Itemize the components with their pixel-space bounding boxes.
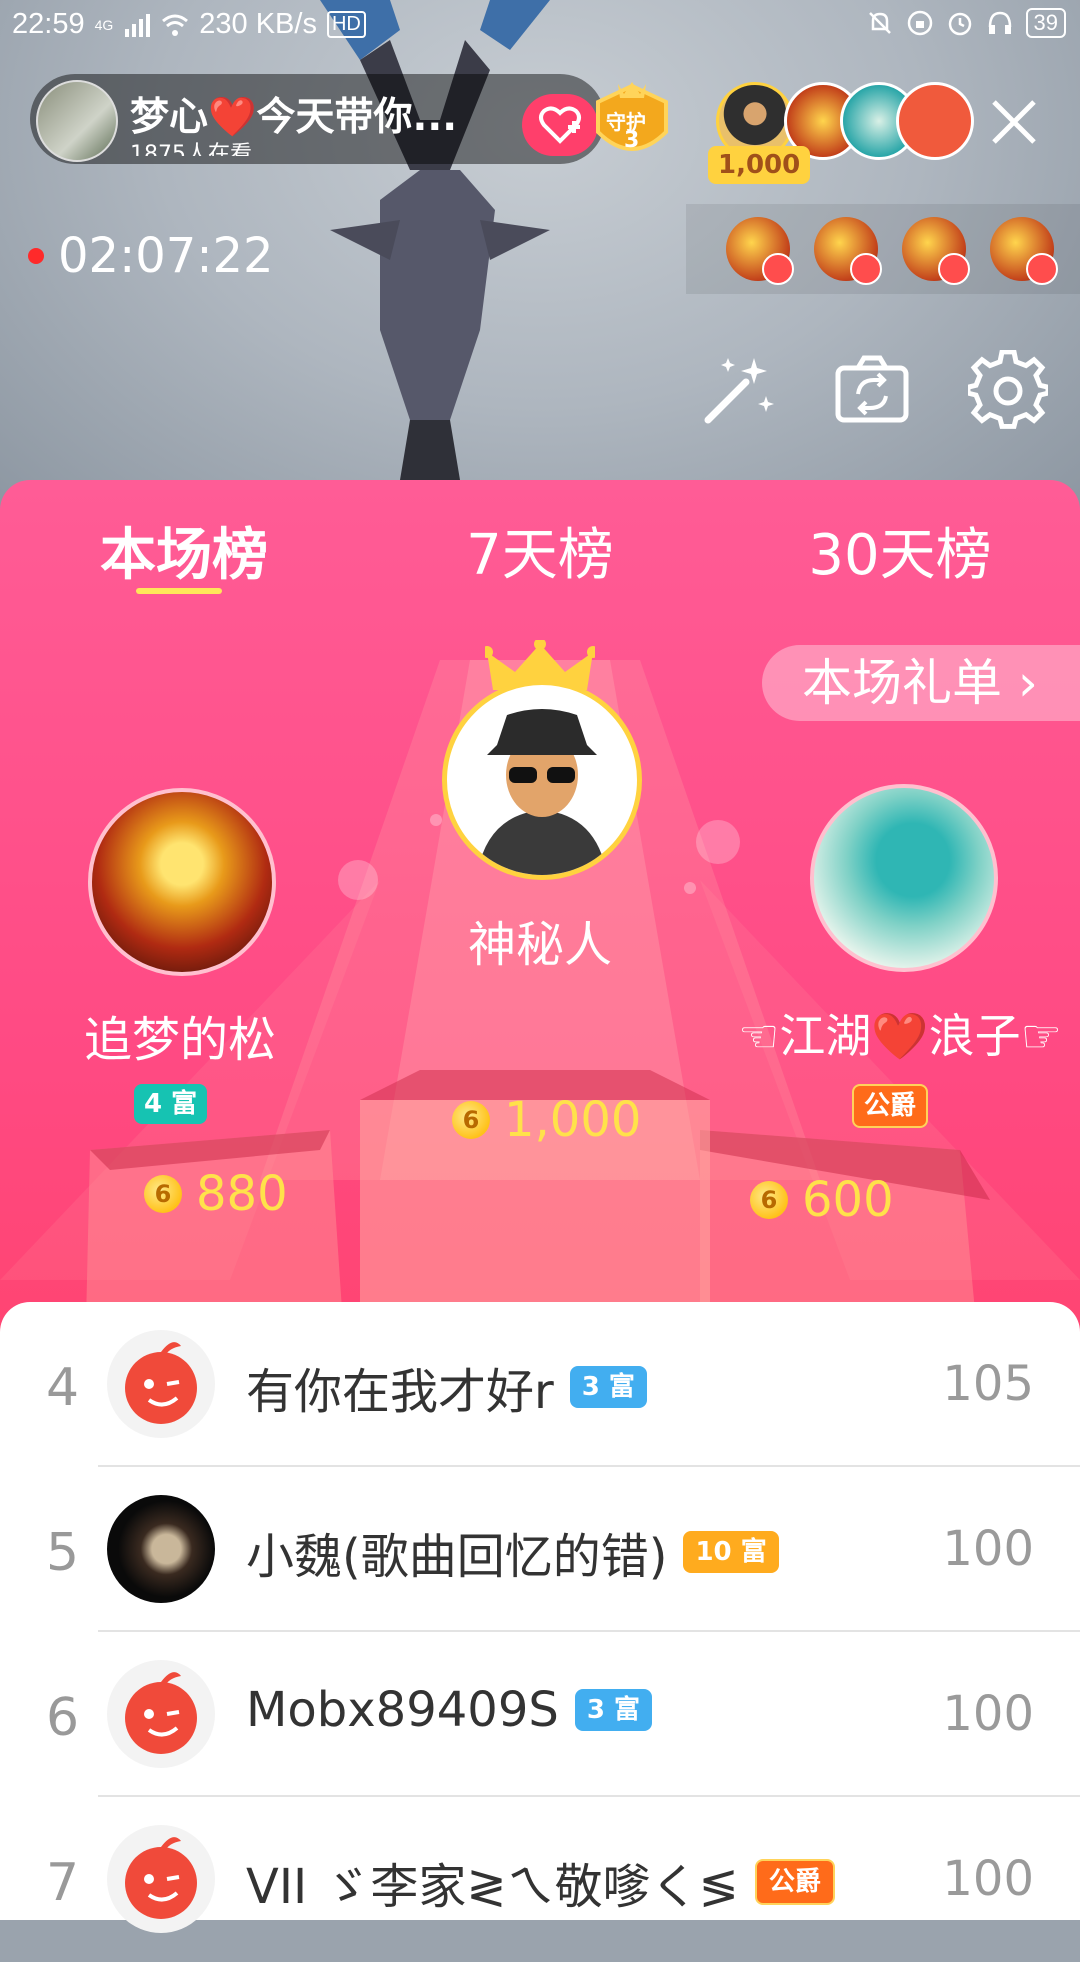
settings-gear-icon[interactable] — [968, 350, 1048, 430]
heart-plus-icon — [539, 106, 581, 144]
rank-3-name: ☜江湖❤️浪子☞ — [738, 1009, 1062, 1063]
rank-3-avatar[interactable] — [810, 784, 998, 972]
guard-avatar[interactable] — [902, 217, 970, 285]
rank-3-badge: 公爵 — [852, 1084, 929, 1128]
host-avatar[interactable] — [36, 80, 118, 162]
alarm-icon — [948, 12, 971, 36]
status-bar: 22:59 4G 230 KB/s HD 39 — [0, 0, 1080, 52]
tab-7-days[interactable]: 7天榜 — [450, 510, 630, 591]
rank-number: 5 — [46, 1523, 80, 1583]
guard-avatar[interactable] — [726, 217, 794, 285]
user-name: 小魏(歌曲回忆的错) 10 富 — [246, 1517, 779, 1587]
user-name: 有你在我才好r 3 富 — [246, 1352, 647, 1422]
score: 105 — [942, 1356, 1034, 1412]
battery-level: 39 — [1025, 8, 1066, 38]
noble-badge: 公爵 — [754, 1859, 835, 1905]
rank-number: 7 — [46, 1853, 80, 1913]
mystery-person-icon — [477, 709, 607, 875]
guard-count: 3 — [624, 128, 640, 153]
ranking-list: 4 有你在我才好r 3 富 105 5 小魏(歌曲回忆的错) 10 富 100 … — [0, 1302, 1080, 1933]
host-name: 梦心❤️今天带你... — [130, 95, 458, 140]
magic-wand-icon[interactable] — [698, 350, 778, 430]
score: 100 — [942, 1851, 1034, 1907]
guard-avatar[interactable] — [990, 217, 1058, 285]
host-info[interactable]: 梦心❤️今天带你... 1875人在看 — [30, 74, 605, 164]
rank-number: 6 — [46, 1688, 80, 1748]
rank-2-badge: 4 富 — [134, 1084, 208, 1124]
close-icon[interactable] — [988, 96, 1040, 148]
ranking-row[interactable]: 4 有你在我才好r 3 富 105 — [0, 1302, 1080, 1467]
rank-number: 4 — [46, 1358, 80, 1418]
coin-icon: 6 — [144, 1175, 182, 1213]
live-timer: 02:07:22 — [28, 228, 274, 284]
rank-1-name: 神秘人 — [467, 917, 612, 973]
user-avatar[interactable] — [107, 1495, 215, 1603]
default-avatar-icon — [125, 1837, 197, 1919]
live-dot-icon — [28, 248, 44, 264]
rank-2-coin-value: 880 — [196, 1166, 288, 1222]
network-type: 4G — [94, 16, 114, 33]
rank-3-coins: 6 600 — [750, 1172, 894, 1228]
coin-icon: 6 — [750, 1181, 788, 1219]
rich-level-badge: 3 富 — [569, 1366, 647, 1408]
rank-2-avatar[interactable] — [88, 788, 276, 976]
follow-button[interactable] — [522, 94, 598, 156]
rank-1-coins: 6 1,000 — [452, 1092, 641, 1148]
wifi-icon — [162, 14, 189, 36]
coin-icon: 6 — [452, 1101, 490, 1139]
rich-level-badge: 3 富 — [574, 1689, 652, 1731]
default-avatar-icon — [125, 1672, 197, 1754]
rank-1-avatar[interactable] — [442, 680, 642, 880]
bell-muted-icon — [868, 12, 891, 34]
rich-level-badge: 10 富 — [683, 1531, 779, 1573]
hd-icon: HD — [326, 11, 366, 38]
user-name-text: 有你在我才好r — [246, 1364, 554, 1420]
score: 100 — [942, 1521, 1034, 1577]
headphones-icon — [988, 11, 1011, 34]
rank-2-name: 追梦的松 — [83, 1012, 276, 1068]
guard-avatar[interactable] — [814, 217, 882, 285]
clock: 22:59 — [12, 8, 85, 40]
viewer-avatar[interactable] — [896, 82, 974, 160]
live-duration: 02:07:22 — [58, 228, 274, 284]
guard-badge[interactable]: 守护 3 — [588, 80, 676, 166]
rank-tabs: 本场榜 7天榜 30天榜 — [0, 510, 1080, 590]
ranking-row[interactable]: 6 Mobx89409S 3 富 100 — [0, 1632, 1080, 1797]
ranking-row[interactable]: 5 小魏(歌曲回忆的错) 10 富 100 — [0, 1467, 1080, 1632]
camera-switch-icon[interactable] — [832, 350, 912, 430]
user-name: VII ゞ李家≷ㄟ敬嗲く≶ 公爵 — [246, 1847, 835, 1917]
user-avatar[interactable] — [107, 1825, 215, 1933]
tab-30-days[interactable]: 30天榜 — [790, 510, 1010, 591]
gift-list-button[interactable]: 本场礼单 › — [762, 645, 1080, 721]
rank-3-coin-value: 600 — [802, 1172, 894, 1228]
user-name-text: VII ゞ李家≷ㄟ敬嗲く≶ — [246, 1859, 739, 1915]
default-avatar-icon — [125, 1342, 197, 1424]
rank-1-coin-value: 1,000 — [504, 1092, 642, 1148]
active-tab-indicator — [136, 588, 222, 594]
user-name-text: Mobx89409S — [246, 1682, 559, 1738]
user-name-text: 小魏(歌曲回忆的错) — [246, 1529, 668, 1585]
signal-icon — [125, 13, 151, 37]
network-speed: 230 KB/s — [199, 8, 317, 40]
user-name: Mobx89409S 3 富 — [246, 1682, 652, 1738]
lock-rotation-icon — [907, 10, 932, 36]
guard-avatar-strip[interactable] — [686, 204, 1080, 294]
user-avatar[interactable] — [107, 1330, 215, 1438]
viewer-count: 1875人在看 — [130, 142, 252, 156]
tab-current-session[interactable]: 本场榜 — [94, 510, 274, 591]
ranking-row[interactable]: 7 VII ゞ李家≷ㄟ敬嗲く≶ 公爵 100 — [0, 1797, 1080, 1962]
score: 100 — [942, 1686, 1034, 1742]
user-avatar[interactable] — [107, 1660, 215, 1768]
rank-2-coins: 6 880 — [144, 1166, 288, 1222]
top-contributor-value: 1,000 — [708, 146, 811, 184]
